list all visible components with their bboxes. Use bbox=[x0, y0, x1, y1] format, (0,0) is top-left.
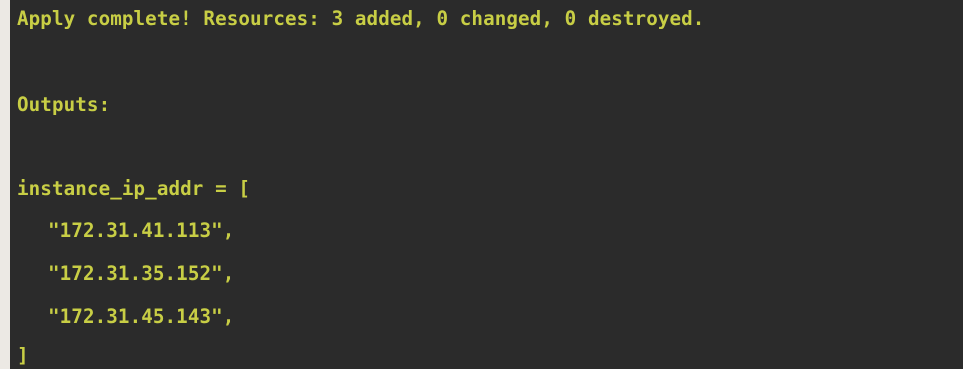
ip-address-item: "172.31.45.143", bbox=[48, 305, 235, 328]
terminal-output: Apply complete! Resources: 3 added, 0 ch… bbox=[10, 0, 963, 369]
list-closing-bracket: ] bbox=[17, 344, 29, 367]
ip-address-item: "172.31.35.152", bbox=[48, 262, 235, 285]
apply-complete-message: Apply complete! Resources: 3 added, 0 ch… bbox=[17, 7, 705, 30]
ip-address-item: "172.31.41.113", bbox=[48, 219, 235, 242]
outputs-heading: Outputs: bbox=[17, 93, 111, 116]
output-variable-declaration: instance_ip_addr = [ bbox=[17, 177, 251, 200]
